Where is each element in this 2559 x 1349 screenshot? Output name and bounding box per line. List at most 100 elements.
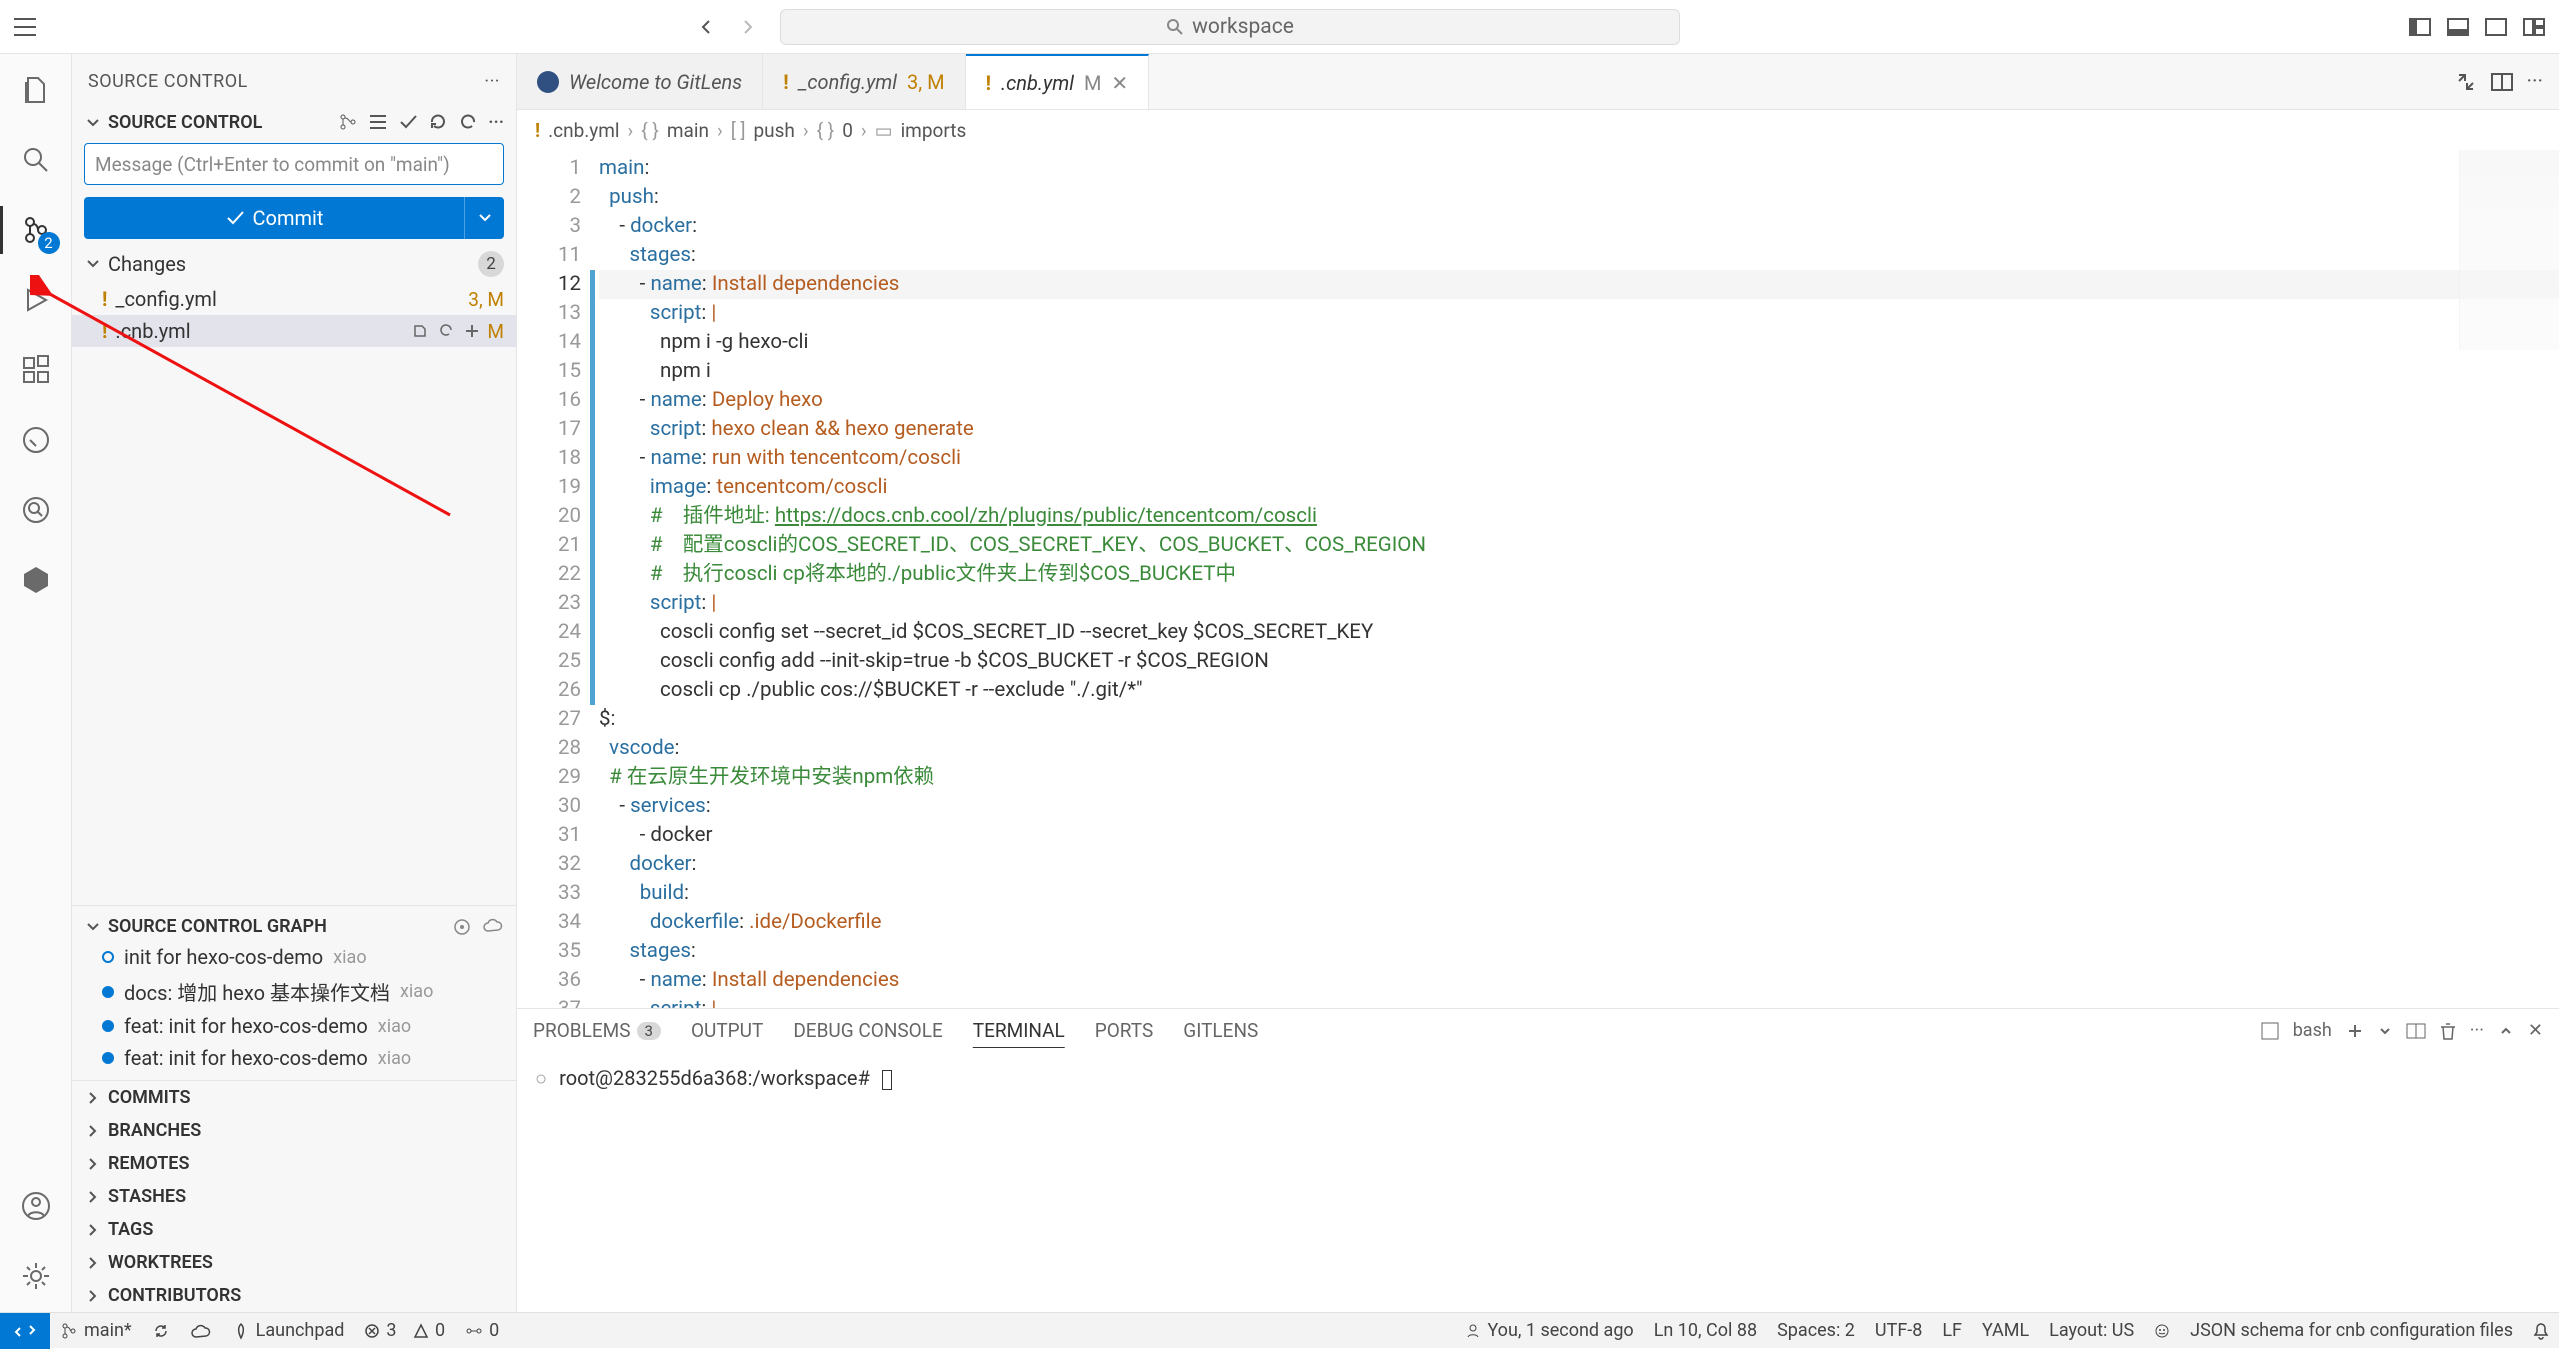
- status-problems[interactable]: 3 0: [354, 1320, 455, 1341]
- kill-terminal-icon[interactable]: [2440, 1022, 2456, 1040]
- layout-sidebar-left-icon[interactable]: [2407, 14, 2433, 40]
- command-center-search[interactable]: workspace: [780, 9, 1680, 45]
- panel-tab-gitlens[interactable]: GITLENS: [1183, 1019, 1258, 1042]
- tab-config[interactable]: ! _config.yml 3, M: [763, 54, 965, 109]
- sidebar-more-icon[interactable]: ···: [484, 71, 500, 92]
- graph-cloud-icon[interactable]: [482, 917, 504, 937]
- scm-more-icon[interactable]: ···: [488, 112, 504, 133]
- terminal-content[interactable]: ○ root@283255d6a368:/workspace#: [517, 1052, 2559, 1312]
- compare-changes-icon[interactable]: [2455, 71, 2477, 93]
- change-file-item[interactable]: ! .cnb.yml M: [72, 315, 516, 347]
- tab-gitlens[interactable]: Welcome to GitLens: [517, 54, 763, 109]
- panel-more-icon[interactable]: ···: [2470, 1020, 2484, 1041]
- panel-tab-problems[interactable]: PROBLEMS3: [533, 1019, 661, 1042]
- code-editor[interactable]: 1231112131415161718192021222324252627282…: [517, 150, 2559, 1008]
- scm-check-icon[interactable]: [398, 112, 418, 133]
- status-layout[interactable]: Layout: US: [2039, 1320, 2144, 1341]
- split-editor-icon[interactable]: [2491, 73, 2513, 91]
- activity-search-icon[interactable]: [16, 140, 56, 180]
- panel-tab-terminal[interactable]: TERMINAL: [973, 1019, 1065, 1042]
- scm-view-list-icon[interactable]: [368, 112, 388, 133]
- status-ports[interactable]: 0: [455, 1320, 509, 1341]
- terminal-profile-icon[interactable]: [2261, 1022, 2279, 1040]
- editor-more-icon[interactable]: ···: [2527, 70, 2543, 94]
- terminal-name[interactable]: bash: [2293, 1020, 2332, 1041]
- remote-indicator[interactable]: [0, 1313, 50, 1349]
- scm-collapsible-sections: COMMITS BRANCHES REMOTES STASHES TAGS WO…: [72, 1080, 516, 1312]
- status-cursor-pos[interactable]: Ln 10, Col 88: [1644, 1320, 1767, 1341]
- status-launchpad[interactable]: Launchpad: [222, 1320, 355, 1341]
- minimap[interactable]: [2459, 150, 2559, 350]
- status-schema[interactable]: JSON schema for cnb configuration files: [2180, 1320, 2523, 1341]
- change-file-item[interactable]: ! _config.yml 3, M: [72, 283, 516, 315]
- activity-gitlens-icon[interactable]: [16, 420, 56, 460]
- sidebar-title-text: SOURCE CONTROL: [88, 71, 248, 92]
- changes-header[interactable]: Changes 2: [72, 245, 516, 283]
- status-branch[interactable]: main*: [50, 1320, 142, 1341]
- nav-forward-icon[interactable]: [734, 14, 760, 40]
- terminal-dropdown-icon[interactable]: [2378, 1024, 2392, 1038]
- status-feedback-icon[interactable]: [2144, 1320, 2180, 1341]
- graph-commit-item[interactable]: docs: 增加 hexo 基本操作文档xiao: [72, 973, 516, 1010]
- section-remotes[interactable]: REMOTES: [72, 1147, 516, 1180]
- commit-button[interactable]: Commit: [84, 197, 464, 239]
- section-tags[interactable]: TAGS: [72, 1213, 516, 1246]
- layout-panel-icon[interactable]: [2445, 14, 2471, 40]
- status-eol[interactable]: LF: [1932, 1320, 1972, 1341]
- activity-explorer-icon[interactable]: [16, 70, 56, 110]
- section-contributors[interactable]: CONTRIBUTORS: [72, 1279, 516, 1312]
- chevron-down-icon: [84, 255, 102, 273]
- code-content[interactable]: main: push: - docker: stages: - name: In…: [599, 150, 2559, 1008]
- panel-tab-debug[interactable]: DEBUG CONSOLE: [793, 1019, 942, 1042]
- status-bell-icon[interactable]: [2523, 1320, 2559, 1341]
- activity-account-icon[interactable]: [16, 1186, 56, 1226]
- status-language[interactable]: YAML: [1972, 1320, 2039, 1341]
- section-commits[interactable]: COMMITS: [72, 1081, 516, 1114]
- blame-text: You, 1 second ago: [1487, 1320, 1633, 1341]
- stage-icon[interactable]: [463, 322, 481, 340]
- commit-dropdown[interactable]: [464, 197, 504, 239]
- section-worktrees[interactable]: WORKTREES: [72, 1246, 516, 1279]
- discard-icon[interactable]: [437, 322, 455, 340]
- scm-section-header[interactable]: SOURCE CONTROL ···: [72, 108, 516, 137]
- breadcrumb[interactable]: ! .cnb.yml › { } main › [ ] push › { } 0…: [517, 110, 2559, 150]
- close-panel-icon[interactable]: ✕: [2528, 1020, 2543, 1041]
- tab-cnb[interactable]: ! .cnb.yml M ✕: [966, 54, 1150, 109]
- section-label: BRANCHES: [108, 1120, 201, 1141]
- activity-extensions-icon[interactable]: [16, 350, 56, 390]
- graph-commit-item[interactable]: feat: init for hexo-cos-demoxiao: [72, 1010, 516, 1042]
- status-cloud[interactable]: [180, 1323, 222, 1339]
- customize-layout-icon[interactable]: [2521, 14, 2547, 40]
- open-file-icon[interactable]: [411, 322, 429, 340]
- panel-tab-output[interactable]: OUTPUT: [691, 1019, 763, 1042]
- scm-graph-icon[interactable]: [338, 112, 358, 133]
- close-tab-icon[interactable]: ✕: [1111, 71, 1128, 95]
- section-stashes[interactable]: STASHES: [72, 1180, 516, 1213]
- maximize-panel-icon[interactable]: [2498, 1023, 2514, 1039]
- scm-graph-header[interactable]: SOURCE CONTROL GRAPH: [72, 912, 516, 941]
- new-terminal-icon[interactable]: [2346, 1022, 2364, 1040]
- split-terminal-icon[interactable]: [2406, 1023, 2426, 1039]
- status-spaces[interactable]: Spaces: 2: [1767, 1320, 1865, 1341]
- status-blame[interactable]: You, 1 second ago: [1455, 1320, 1643, 1341]
- scm-undo-icon[interactable]: [458, 112, 478, 133]
- breadcrumb-segment: main: [667, 119, 709, 142]
- layout-sidebar-right-icon[interactable]: [2483, 14, 2509, 40]
- status-encoding[interactable]: UTF-8: [1865, 1320, 1932, 1341]
- activity-scm-icon[interactable]: 2: [16, 210, 56, 250]
- graph-commit-item[interactable]: init for hexo-cos-demoxiao: [72, 941, 516, 973]
- section-branches[interactable]: BRANCHES: [72, 1114, 516, 1147]
- activity-gitlens-inspect-icon[interactable]: [16, 490, 56, 530]
- panel-tab-ports[interactable]: PORTS: [1095, 1019, 1154, 1042]
- graph-commit-item[interactable]: feat: init for hexo-cos-demoxiao: [72, 1042, 516, 1074]
- change-file-name: _config.yml: [115, 287, 216, 311]
- commit-message-input[interactable]: Message (Ctrl+Enter to commit on "main"): [84, 143, 504, 185]
- hamburger-icon[interactable]: [12, 14, 38, 40]
- nav-back-icon[interactable]: [694, 14, 720, 40]
- activity-hex-icon[interactable]: [16, 560, 56, 600]
- activity-run-icon[interactable]: [16, 280, 56, 320]
- status-sync[interactable]: [142, 1322, 180, 1340]
- activity-settings-icon[interactable]: [16, 1256, 56, 1296]
- scm-refresh-icon[interactable]: [428, 112, 448, 133]
- graph-target-icon[interactable]: [452, 917, 472, 937]
